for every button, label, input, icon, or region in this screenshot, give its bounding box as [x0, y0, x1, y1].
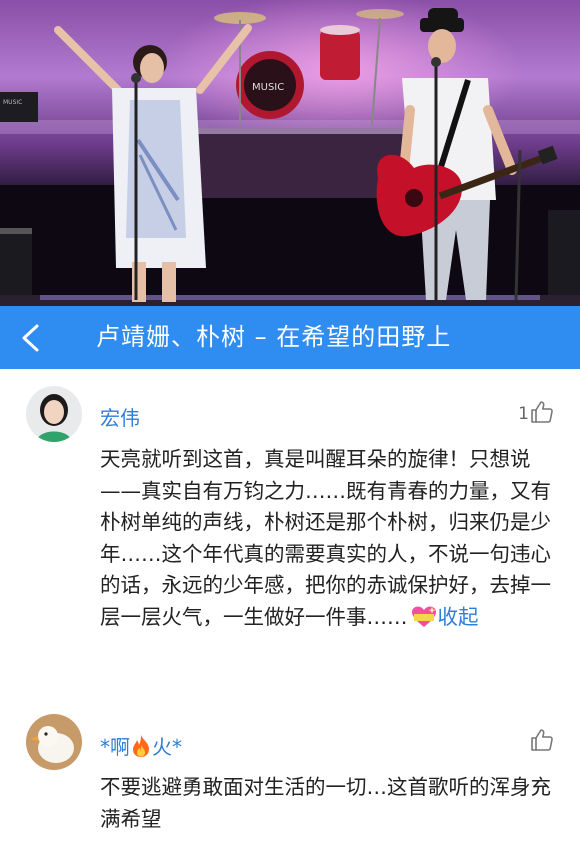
drum-logo-text: MUSIC — [252, 82, 284, 93]
thumbs-up-icon — [531, 729, 553, 751]
like-button[interactable]: 1 — [518, 400, 554, 424]
chevron-left-icon — [22, 324, 39, 352]
back-button[interactable] — [10, 318, 50, 358]
amp-logo-text: MUSIC — [3, 99, 22, 106]
username-suffix: 火* — [152, 735, 182, 759]
song-title: 卢靖姗、朴树 – 在希望的田野上 — [96, 323, 452, 351]
avatar[interactable] — [26, 714, 82, 770]
comment-text: 不要逃避勇敢面对生活的一切…这首歌听的浑身充满希望 — [100, 775, 551, 831]
like-button[interactable] — [529, 728, 554, 752]
avatar[interactable] — [26, 386, 82, 442]
comment-username[interactable]: *啊 火* — [100, 734, 182, 759]
sparkling-heart-icon — [411, 606, 436, 627]
thumbs-up-icon — [531, 401, 553, 423]
comment-username[interactable]: 宏伟 — [100, 406, 140, 430]
comment-body: 天亮就听到这首，真是叫醒耳朵的旋律！只想说——真实自有万钧之力……既有青春的力量… — [100, 447, 551, 629]
like-count: 1 — [518, 404, 529, 424]
comment-text: 天亮就听到这首，真是叫醒耳朵的旋律！只想说——真实自有万钧之力……既有青春的力量… — [100, 444, 552, 633]
username-prefix: *啊 — [100, 735, 130, 759]
collapse-link[interactable]: 收起 — [438, 605, 479, 629]
fire-icon — [133, 735, 149, 757]
song-title-bar: 卢靖姗、朴树 – 在希望的田野上 — [0, 306, 580, 369]
concert-stage-photo: MUSIC MUSIC — [0, 0, 580, 306]
